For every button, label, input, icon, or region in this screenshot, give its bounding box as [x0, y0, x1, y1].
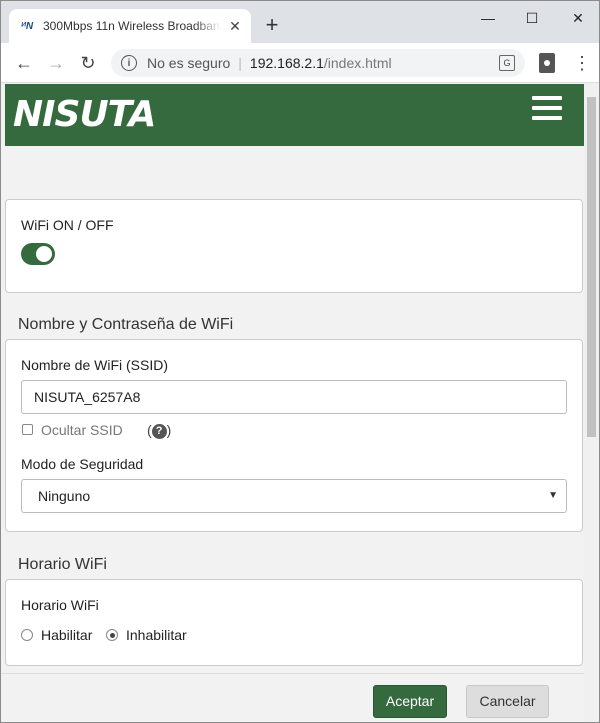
security-status: No es seguro [147, 55, 231, 71]
tab-close-icon[interactable]: ✕ [227, 18, 243, 34]
url-path: /index.html [323, 55, 392, 71]
browser-toolbar: ← → ↻ i No es seguro | 192.168.2.1/index… [1, 43, 599, 83]
title-bar: ᴻN 300Mbps 11n Wireless Broadband Router… [1, 1, 599, 43]
address-separator: | [238, 55, 242, 71]
translate-icon[interactable]: G [499, 55, 515, 71]
url-host: 192.168.2.1 [249, 55, 324, 71]
page-scrollbar[interactable] [584, 83, 599, 722]
maximize-button[interactable]: ☐ [517, 7, 547, 29]
back-arrow-icon[interactable]: ← [13, 52, 35, 74]
accept-button[interactable]: Aceptar [373, 685, 447, 718]
schedule-disable-radio[interactable] [106, 629, 118, 641]
hide-ssid-checkbox[interactable] [22, 424, 33, 435]
help-close-paren: ) [166, 422, 172, 438]
wifi-toggle-switch[interactable] [21, 243, 55, 265]
browser-menu-icon[interactable]: ⋮ [573, 53, 591, 73]
close-window-button[interactable]: ✕ [563, 7, 593, 29]
schedule-card: Horario WiFi Habilitar Inhabilitar [5, 579, 583, 666]
hamburger-menu-icon[interactable] [532, 96, 562, 120]
form-footer: Aceptar Cancelar [1, 673, 584, 722]
cancel-button[interactable]: Cancelar [466, 685, 549, 718]
security-mode-label: Modo de Seguridad [21, 456, 144, 472]
toggle-knob [36, 246, 52, 262]
credentials-card: Nombre de WiFi (SSID) NISUTA_6257A8 Ocul… [5, 339, 583, 532]
nisuta-logo: NISUTA [13, 94, 156, 135]
credentials-section-title: Nombre y Contraseña de WiFi [18, 316, 234, 333]
schedule-label: Horario WiFi [21, 597, 99, 613]
address-bar[interactable]: i No es seguro | 192.168.2.1/index.html … [111, 49, 525, 77]
tab-title: 300Mbps 11n Wireless Broadband Router [43, 19, 221, 33]
wifi-toggle-card: WiFi ON / OFF [5, 199, 583, 293]
help-icon[interactable]: (?) [147, 422, 171, 439]
help-question-icon: ? [151, 423, 167, 439]
schedule-enable-label: Habilitar [41, 627, 93, 643]
help-open-paren: ( [147, 422, 152, 438]
reload-icon[interactable]: ↻ [77, 52, 99, 74]
router-page: NISUTA WiFi ON / OFF Nombre y Contraseña… [1, 83, 584, 722]
chevron-down-icon: ▼ [548, 490, 558, 501]
favicon-icon: ᴻN [20, 20, 34, 32]
schedule-enable-radio[interactable] [21, 629, 33, 641]
schedule-section-title: Horario WiFi [18, 556, 107, 573]
forward-arrow-icon[interactable]: → [45, 52, 67, 74]
security-mode-select[interactable]: Ninguno ▼ [21, 479, 567, 513]
hide-ssid-label: Ocultar SSID [41, 422, 123, 438]
ssid-input[interactable]: NISUTA_6257A8 [21, 380, 567, 414]
minimize-button[interactable]: — [473, 7, 503, 29]
ssid-label: Nombre de WiFi (SSID) [21, 357, 169, 373]
browser-window: ᴻN 300Mbps 11n Wireless Broadband Router… [0, 0, 600, 723]
scroll-thumb[interactable] [587, 97, 596, 437]
browser-tab[interactable]: ᴻN 300Mbps 11n Wireless Broadband Router… [9, 9, 251, 43]
new-tab-button[interactable]: + [261, 14, 283, 37]
clipboard-icon[interactable] [539, 53, 555, 73]
schedule-disable-label: Inhabilitar [126, 627, 187, 643]
security-mode-value: Ninguno [38, 488, 91, 504]
wifi-toggle-label: WiFi ON / OFF [21, 217, 114, 233]
info-icon[interactable]: i [121, 55, 137, 71]
site-header: NISUTA [5, 84, 584, 146]
